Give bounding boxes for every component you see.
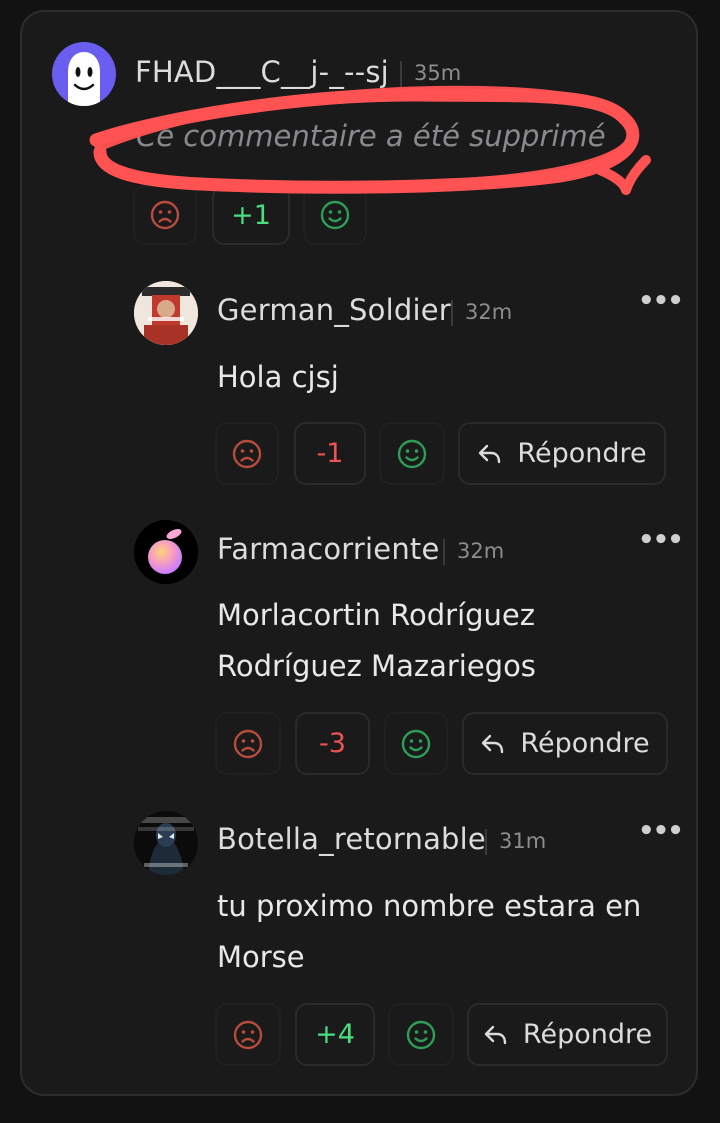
profile-picture — [134, 520, 198, 584]
frown-icon — [232, 439, 262, 468]
frown-icon — [233, 729, 263, 758]
reply-button[interactable]: Répondre — [462, 712, 668, 775]
score-value: -1 — [316, 438, 344, 469]
downvote-button[interactable] — [215, 1003, 281, 1066]
reply-arrow-icon — [484, 1025, 507, 1044]
upvote-button[interactable] — [384, 712, 448, 775]
downvote-button[interactable] — [215, 712, 281, 775]
upvote-button[interactable] — [388, 1003, 454, 1066]
vote-score: +4 — [295, 1003, 375, 1066]
meta-separator — [443, 539, 445, 565]
comment-time: 32m — [465, 300, 513, 324]
meta-separator — [485, 829, 487, 855]
frown-icon — [233, 1020, 263, 1049]
avatar[interactable] — [134, 281, 198, 345]
reply-button[interactable]: Répondre — [467, 1003, 668, 1066]
comment-body-line: Hola cjsj — [217, 360, 339, 394]
score-value: -3 — [319, 728, 346, 759]
more-options-icon[interactable]: ••• — [638, 288, 684, 314]
meta-separator — [451, 300, 453, 326]
reply-label: Répondre — [522, 1019, 653, 1050]
smile-icon — [397, 439, 427, 468]
more-options-icon[interactable]: ••• — [638, 818, 684, 844]
reply-arrow-icon — [479, 444, 501, 463]
reply-arrow-icon — [482, 734, 504, 753]
comment-username[interactable]: Botella_retornable — [217, 822, 486, 856]
reply-label: Répondre — [520, 728, 650, 759]
avatar[interactable] — [134, 811, 198, 875]
profile-picture — [134, 811, 198, 875]
smile-icon — [401, 729, 431, 758]
comment-time: 31m — [499, 829, 547, 853]
comment-username[interactable]: German_Soldier — [217, 293, 451, 327]
profile-picture — [134, 281, 198, 345]
vote-score: -3 — [295, 712, 370, 775]
smile-icon — [406, 1020, 436, 1049]
avatar[interactable] — [134, 520, 198, 584]
comment-time: 32m — [457, 539, 505, 563]
downvote-button[interactable] — [215, 422, 279, 485]
reply-label: Répondre — [517, 438, 647, 469]
comment-username[interactable]: Farmacorriente — [217, 532, 440, 566]
score-value: +4 — [315, 1019, 355, 1050]
comment-body-line: Rodríguez Mazariegos — [217, 649, 536, 683]
reply-button[interactable]: Répondre — [458, 422, 666, 485]
more-options-icon[interactable]: ••• — [638, 527, 684, 553]
upvote-button[interactable] — [379, 422, 445, 485]
vote-score: -1 — [294, 422, 366, 485]
red-scribble-annotation — [89, 85, 651, 195]
comment-body-line: Morse — [217, 940, 305, 974]
comment-body-line: Morlacortin Rodríguez — [217, 598, 535, 632]
comment-body-line: tu proximo nombre estara en — [217, 889, 642, 923]
